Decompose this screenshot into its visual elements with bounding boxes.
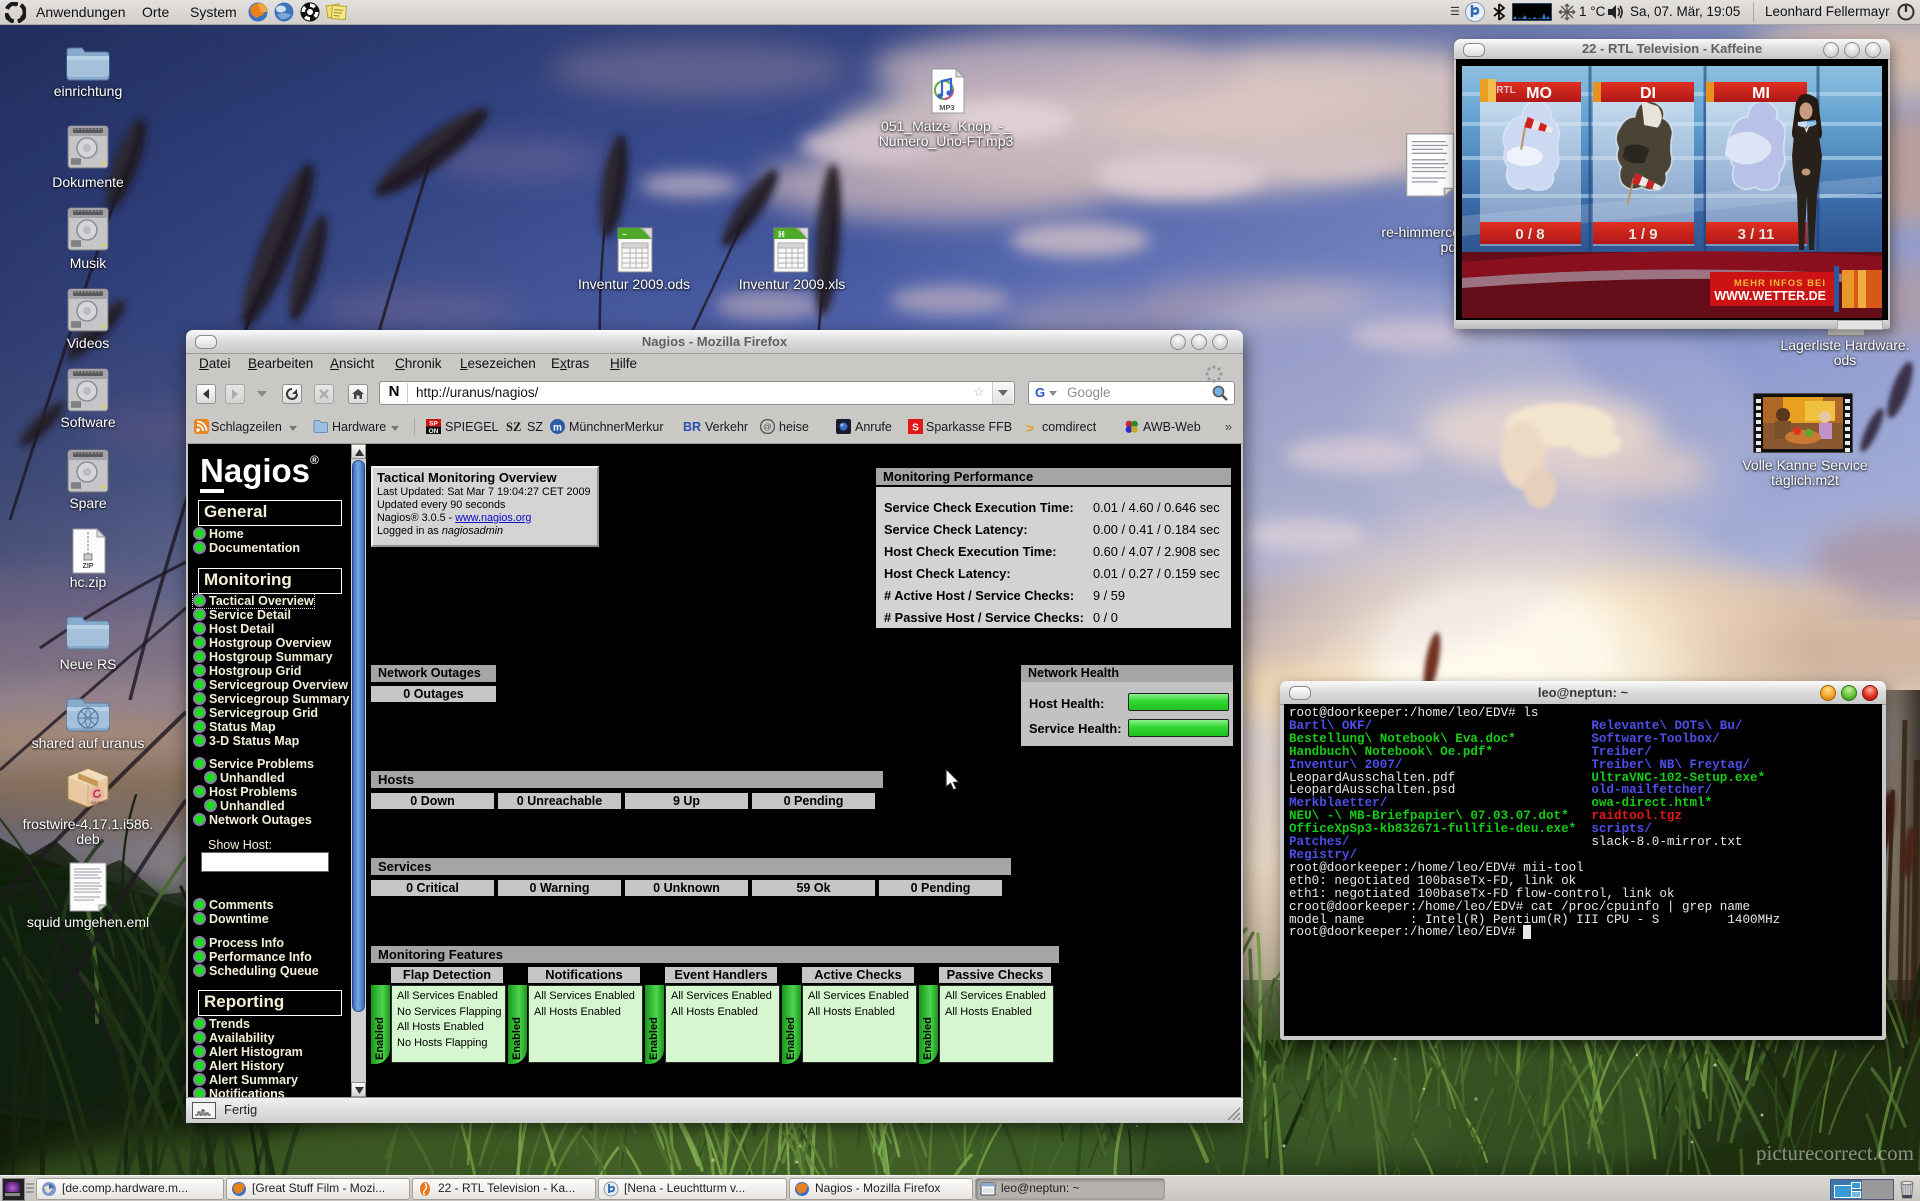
- svg-text:SP: SP: [429, 420, 438, 427]
- svg-text:0 / 8: 0 / 8: [1515, 226, 1544, 243]
- svg-text:m: m: [553, 423, 562, 434]
- svg-text:@: @: [763, 422, 772, 432]
- svg-text:ON: ON: [429, 428, 439, 434]
- svg-text:MEHR INFOS BEI: MEHR INFOS BEI: [1734, 278, 1826, 289]
- svg-text:MO: MO: [1526, 85, 1552, 102]
- svg-text:ZIP: ZIP: [83, 563, 94, 570]
- svg-text:3 / 11: 3 / 11: [1738, 226, 1775, 243]
- svg-text:DI: DI: [1640, 85, 1656, 102]
- svg-text:ℍ: ℍ: [778, 230, 785, 239]
- svg-text:WWW.WETTER.DE: WWW.WETTER.DE: [1714, 289, 1826, 303]
- svg-text:~: ~: [622, 230, 627, 239]
- svg-text:MP3: MP3: [939, 103, 954, 112]
- svg-text:RTL: RTL: [1496, 85, 1515, 96]
- svg-text:1 / 9: 1 / 9: [1628, 226, 1657, 243]
- svg-text:debian: debian: [90, 800, 104, 805]
- svg-text:MI: MI: [1752, 85, 1770, 102]
- svg-text:S: S: [912, 423, 919, 434]
- svg-text:picturecorrect.com: picturecorrect.com: [1756, 1141, 1914, 1165]
